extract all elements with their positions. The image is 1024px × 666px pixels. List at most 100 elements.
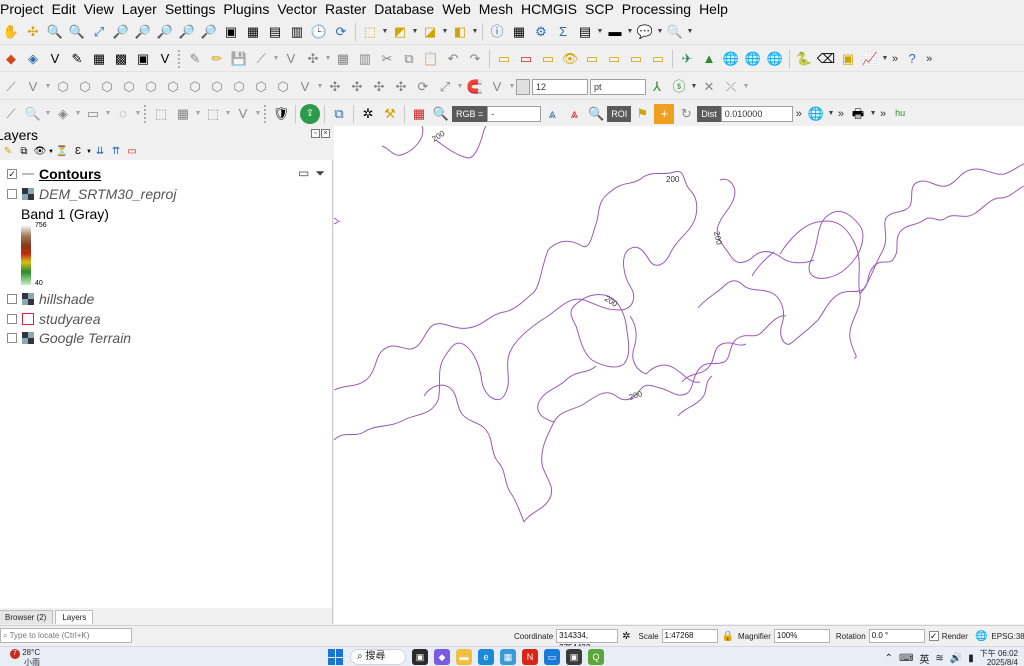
remove-layer-icon[interactable]: ▭	[124, 145, 140, 159]
menu-layer[interactable]: Layer	[118, 0, 161, 18]
chevron-down-icon[interactable]: ▼	[686, 22, 694, 42]
globe-search-icon[interactable]: 🌐	[721, 49, 741, 69]
font-size-field[interactable]: 12	[532, 78, 588, 95]
scp-rgb-a-icon[interactable]: ⩓	[542, 104, 562, 124]
chevron-down-icon[interactable]: ▼	[316, 77, 324, 97]
menu-mesh[interactable]: Mesh	[475, 0, 517, 18]
map-tips-icon[interactable]: 💬	[635, 22, 655, 42]
scale-feature-icon[interactable]: ⤢	[435, 77, 455, 97]
add-mesh-layer-icon[interactable]: ▦	[89, 49, 109, 69]
layer-name[interactable]: Google Terrain	[39, 330, 131, 346]
layer-row-contours[interactable]: ✓ Contours ▭ ⏷	[0, 164, 333, 183]
layer-checkbox[interactable]	[7, 313, 17, 324]
polygon-digitize-icon[interactable]: V	[233, 104, 253, 124]
layer-name[interactable]: DEM_SRTM30_reproj	[39, 186, 176, 202]
redo-icon[interactable]: ↷	[465, 49, 485, 69]
volume-icon[interactable]: 🔊	[950, 653, 962, 664]
add-raster-layer-icon[interactable]: ✎	[67, 49, 87, 69]
chevron-down-icon[interactable]: ▼	[224, 104, 232, 124]
profile-chart-icon[interactable]: 📈	[860, 49, 880, 69]
html-annotation-icon[interactable]: ◌	[113, 104, 133, 124]
windows-start-icon[interactable]	[328, 649, 344, 665]
simplify-icon[interactable]: ✣	[347, 77, 367, 97]
menu-plugins[interactable]: Plugins	[219, 0, 273, 18]
show-bookmarks-icon[interactable]: ▥	[287, 22, 307, 42]
paste-features-icon[interactable]: 📋	[421, 49, 441, 69]
semi-auto-class-icon[interactable]: ✈	[677, 49, 697, 69]
circle-digitize-icon[interactable]: ▦	[173, 104, 193, 124]
app-window-icon[interactable]: ▭	[544, 649, 560, 665]
layer-checkbox[interactable]	[7, 332, 17, 343]
filter-funnel-icon[interactable]: ⏷	[315, 166, 325, 181]
more-overflow-icon[interactable]: »	[926, 53, 932, 65]
scp-rgb-b-icon[interactable]: ⩓	[564, 104, 584, 124]
menu-vector[interactable]: Vector	[273, 0, 321, 18]
copilot-icon[interactable]: ◆	[434, 649, 450, 665]
zoom-in-icon[interactable]: 🔍	[45, 22, 65, 42]
lock-icon[interactable]: 🔒	[722, 631, 734, 642]
crs-globe-icon[interactable]: 🌐	[975, 631, 987, 642]
scp-tools-icon[interactable]: ⚒	[380, 104, 400, 124]
tab-browser[interactable]: Browser (2)	[0, 610, 54, 624]
scp-zoom-icon[interactable]: 🔍	[431, 104, 451, 124]
label-change-icon[interactable]: ▭	[626, 49, 646, 69]
chevron-down-icon[interactable]: ▼	[656, 22, 664, 42]
rotation-field[interactable]: 0.0 °	[868, 629, 925, 643]
rotate-feature-icon[interactable]: ⟳	[413, 77, 433, 97]
current-edits-icon[interactable]: ✎	[185, 49, 205, 69]
plugin-print-icon[interactable]: 🖶	[848, 104, 868, 124]
select-by-value-icon[interactable]: ◩	[390, 22, 410, 42]
hcmgis-icon[interactable]: hu	[890, 104, 910, 124]
eraser-icon[interactable]: ⌫	[816, 49, 836, 69]
locator-search-input[interactable]: ⌕ Type to locate (Ctrl+K)	[0, 628, 132, 643]
crs-label[interactable]: EPSG:3826	[991, 632, 1024, 641]
scp-roi-zoom-icon[interactable]: 🔍	[586, 104, 606, 124]
bookmark-icon[interactable]: ▤	[265, 22, 285, 42]
scp-network-icon[interactable]: ✲	[358, 104, 378, 124]
add-wfs-layer-icon[interactable]: V	[155, 49, 175, 69]
filter-legend-icon[interactable]: ⏳	[54, 145, 70, 159]
move-feature-icon[interactable]: ✣	[369, 77, 389, 97]
select-by-location-icon[interactable]: ◧	[450, 22, 470, 42]
temporal-clock-icon[interactable]: 🕒	[309, 22, 329, 42]
label-show-hide-icon[interactable]: 👁	[560, 49, 580, 69]
layer-checkbox[interactable]	[7, 188, 17, 199]
refresh-icon[interactable]: ⟳	[331, 22, 351, 42]
save-edits-icon[interactable]: 💾	[229, 49, 249, 69]
chevron-down-icon[interactable]: ▼	[508, 77, 516, 97]
toggle-editing-pencil-icon[interactable]: ✏	[207, 49, 227, 69]
chevron-down-icon[interactable]: ▼	[194, 104, 202, 124]
menu-processing[interactable]: Processing	[618, 0, 695, 18]
measure-ruler-icon[interactable]: ▬	[605, 22, 625, 42]
snap-type-field[interactable]	[516, 78, 530, 95]
task-view-icon[interactable]: ▣	[412, 649, 428, 665]
copy-move-icon[interactable]: ✣	[391, 77, 411, 97]
add-vector-layer-icon[interactable]: V	[45, 49, 65, 69]
scp-band-set-icon[interactable]: ▦	[409, 104, 429, 124]
new-map-view-icon[interactable]: ▣	[221, 22, 241, 42]
triangle-warning-icon[interactable]: ▲	[699, 49, 719, 69]
menu-settings[interactable]: Settings	[161, 0, 220, 18]
zoom-full-icon[interactable]: ⤢	[89, 22, 109, 42]
copy-features-icon[interactable]: ⧉	[399, 49, 419, 69]
expand-all-icon[interactable]: ⇊	[92, 145, 108, 159]
file-explorer-icon[interactable]: ▬	[456, 649, 472, 665]
add-wms-layer-icon[interactable]: ▩	[111, 49, 131, 69]
add-xyz-layer-icon[interactable]: ▣	[133, 49, 153, 69]
chevron-down-icon[interactable]: ▼	[254, 104, 262, 124]
chevron-down-icon[interactable]: ▼	[381, 22, 389, 42]
chevron-down-icon[interactable]: ▼	[869, 104, 877, 124]
globe-car-icon[interactable]: 🌐	[765, 49, 785, 69]
layer-row-dem[interactable]: DEM_SRTM30_reproj	[0, 184, 333, 203]
menu-scp[interactable]: SCP	[581, 0, 618, 18]
fill-ring-icon[interactable]: ⬡	[75, 77, 95, 97]
layer-checkbox[interactable]: ✓	[7, 168, 17, 179]
chevron-down-icon[interactable]: ▼	[742, 77, 750, 97]
reverse-line-icon[interactable]: ⬡	[185, 77, 205, 97]
label-highlight-icon[interactable]: ▭	[538, 49, 558, 69]
plugin-ship-icon[interactable]: 🛡	[271, 104, 291, 124]
zoom-selection-icon[interactable]: 🔎	[111, 22, 131, 42]
show-hidden-icons-icon[interactable]: ⌃	[885, 653, 893, 664]
layer-row-studyarea[interactable]: studyarea	[0, 309, 333, 328]
clock[interactable]: 下午 06:02 2025/8/4	[980, 649, 1018, 666]
